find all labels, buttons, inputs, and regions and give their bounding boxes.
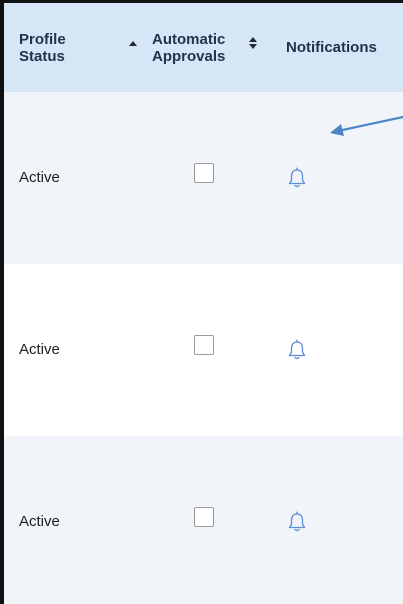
sort-icon[interactable] [249,37,257,49]
arrow-pointer-icon [330,115,403,136]
bell-icon[interactable] [287,339,307,361]
automatic-approvals-checkbox[interactable] [194,335,214,355]
table-header: Profile Status Automatic Approvals Notif… [4,3,403,92]
column-header-automatic-approvals[interactable]: Automatic Approvals [152,3,272,92]
bell-icon[interactable] [287,511,307,533]
column-header-notifications: Notifications [286,3,403,92]
table-frame: Profile Status Automatic Approvals Notif… [0,0,403,604]
automatic-approvals-checkbox[interactable] [194,163,214,183]
profile-status-cell: Active [19,513,60,530]
column-header-label: Notifications [286,39,377,56]
column-header-label: Automatic Approvals [152,30,226,65]
sort-ascending-icon[interactable] [129,41,137,46]
column-header-label: Profile Status [19,30,66,65]
profile-status-cell: Active [19,169,60,186]
table-row: Active [4,436,403,604]
table-row: Active [4,264,403,436]
column-header-profile-status[interactable]: Profile Status [19,3,139,92]
profile-status-cell: Active [19,341,60,358]
bell-icon[interactable] [287,167,307,189]
automatic-approvals-checkbox[interactable] [194,507,214,527]
